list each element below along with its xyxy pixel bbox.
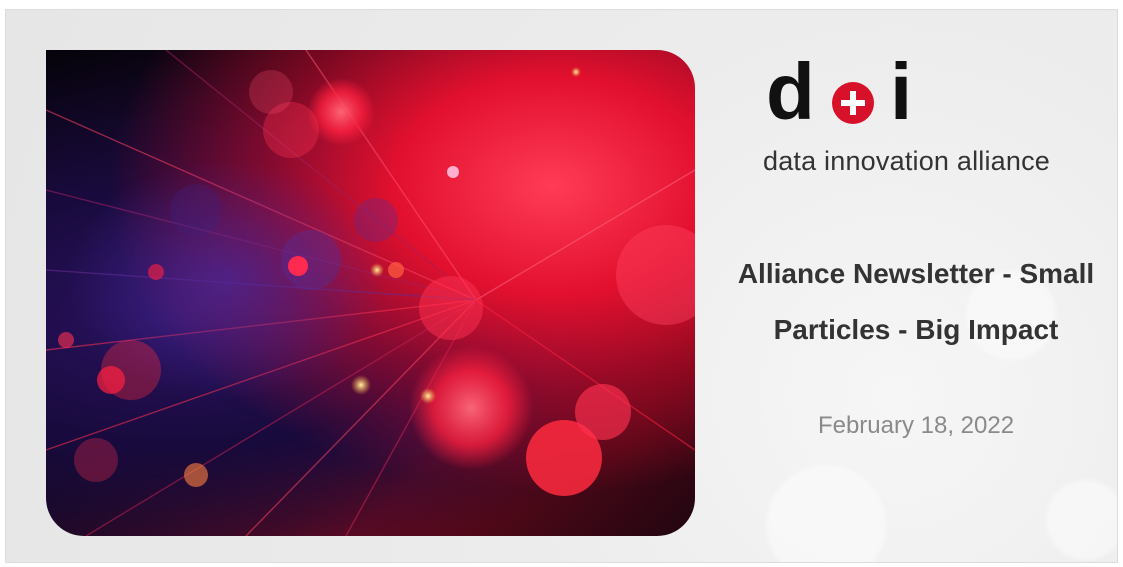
background-bokeh	[1046, 480, 1117, 560]
background-bokeh	[766, 465, 886, 562]
logo-letter-i: i	[890, 47, 913, 136]
post-date: February 18, 2022	[817, 412, 1015, 439]
logo-tagline: data innovation alliance	[763, 146, 1051, 176]
swiss-cross-icon	[832, 82, 874, 124]
fiber-optic-illustration	[46, 50, 695, 536]
logo-letter-d: d	[766, 47, 815, 136]
post-title[interactable]: Alliance Newsletter - Small Particles - …	[736, 246, 1096, 358]
doi-logo[interactable]: d i	[766, 52, 926, 132]
newsletter-card[interactable]: d i data innovation alliance Alliance Ne…	[5, 9, 1118, 563]
hero-image[interactable]	[46, 50, 695, 536]
